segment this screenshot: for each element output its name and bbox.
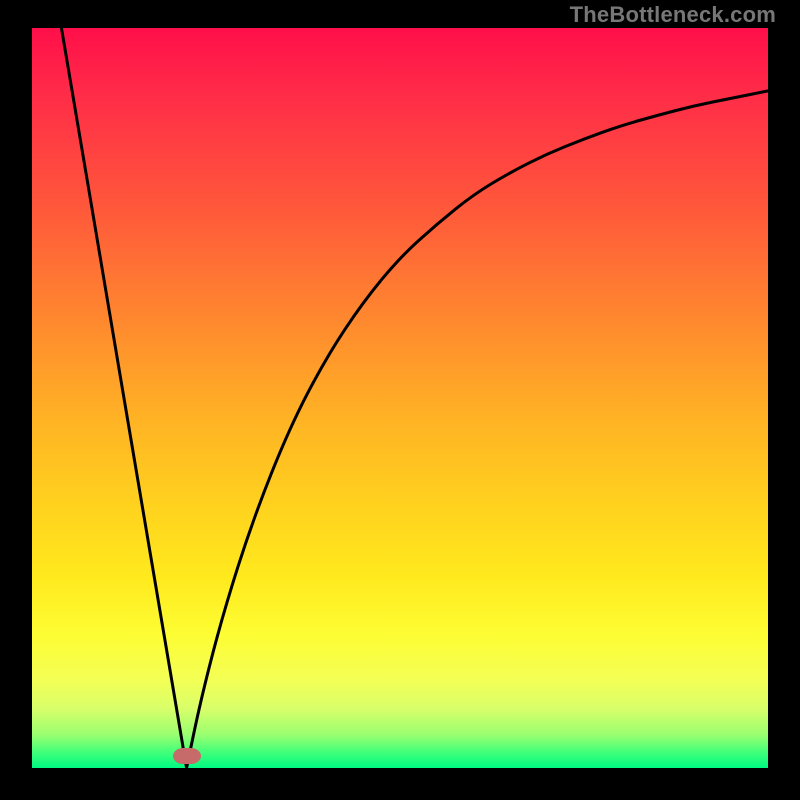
v-curve-path xyxy=(61,28,768,768)
attribution-text: TheBottleneck.com xyxy=(570,2,776,28)
plot-area xyxy=(32,28,768,768)
chart-frame: TheBottleneck.com xyxy=(0,0,800,800)
curve-svg xyxy=(32,28,768,768)
vertex-marker xyxy=(173,748,201,764)
